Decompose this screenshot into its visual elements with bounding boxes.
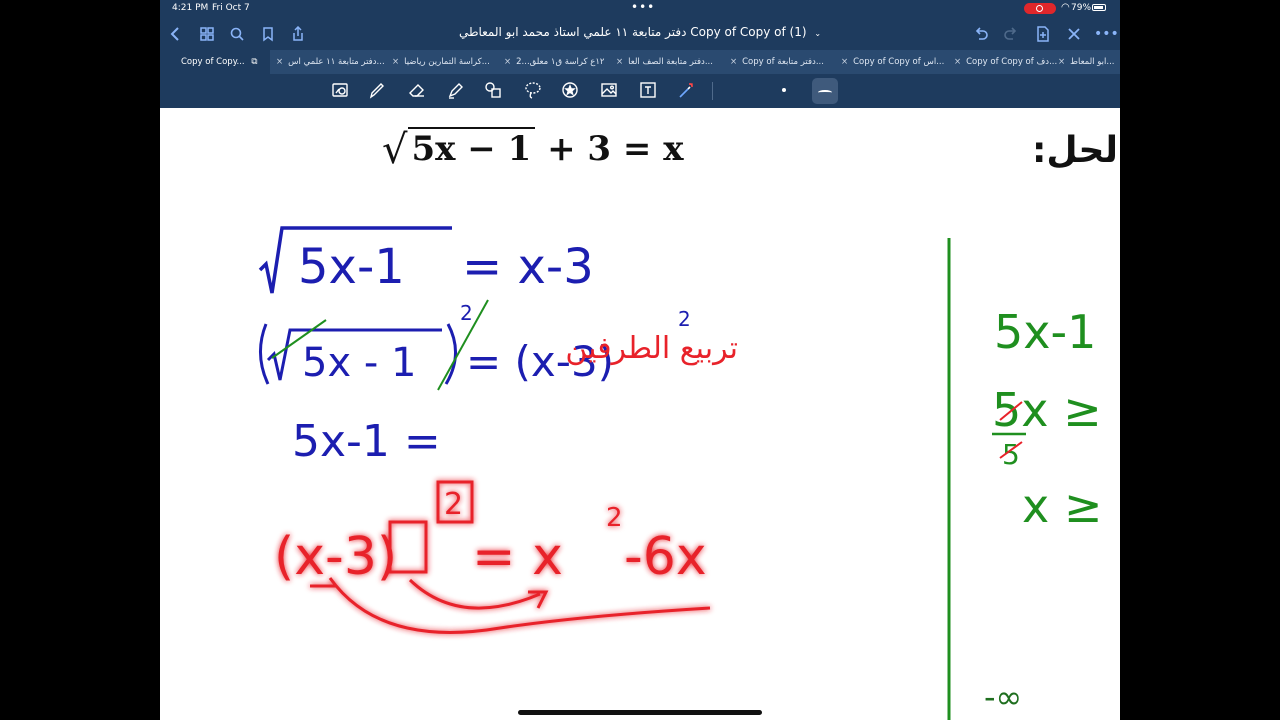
tab-close-icon[interactable]: × bbox=[730, 57, 737, 67]
grid-thumbnails-icon[interactable] bbox=[197, 24, 217, 44]
undo-icon[interactable] bbox=[971, 24, 991, 44]
blue-line1-radicand: 5x-1 bbox=[298, 239, 405, 295]
green-line2: 5x ≥ bbox=[992, 383, 1102, 437]
share-icon[interactable] bbox=[288, 24, 308, 44]
screenshot-icon[interactable] bbox=[329, 80, 351, 102]
image-icon[interactable] bbox=[598, 80, 620, 102]
document-title[interactable]: دفتر متابعة ١١ علمي استاذ محمد ابو المعا… bbox=[430, 25, 850, 39]
screen-recording-icon[interactable] bbox=[1024, 3, 1056, 14]
pen-size-dot-icon[interactable] bbox=[782, 88, 786, 92]
highlighter-icon[interactable] bbox=[444, 80, 466, 102]
tab-close-icon[interactable]: × bbox=[504, 57, 511, 67]
handwriting-layer: 5x-1 = x-3 5x - 1 = (x-3) 2 2 5x-1 = ترب… bbox=[258, 226, 1102, 720]
ipad-screen: 4:21 PM Fri Oct 7 ••• ◠ 79% دفتر متابعة … bbox=[160, 0, 1120, 720]
blue-line2-exp-left: 2 bbox=[460, 301, 473, 325]
bookmark-icon[interactable] bbox=[258, 24, 278, 44]
text-icon[interactable] bbox=[637, 80, 659, 102]
tab-0[interactable]: Copy of Copy... ⧉ bbox=[160, 50, 270, 74]
tab-close-icon[interactable]: × bbox=[841, 57, 848, 67]
tab-7[interactable]: × Copy of Copy of دف... bbox=[954, 50, 1058, 74]
tab-close-icon[interactable]: × bbox=[276, 57, 283, 67]
redo-icon[interactable] bbox=[1001, 24, 1021, 44]
tab-close-icon[interactable]: × bbox=[392, 57, 399, 67]
eraser-icon[interactable] bbox=[406, 80, 428, 102]
red-expr-rhs: = x bbox=[472, 527, 563, 587]
more-options-icon[interactable]: ••• bbox=[1094, 24, 1119, 44]
home-indicator[interactable] bbox=[518, 710, 762, 715]
notebook-page[interactable]: √5x − 1 + 3 = x الحل: 5x-1 = x-3 5x - 1 … bbox=[160, 108, 1120, 720]
red-expr-rhs-exp: 2 bbox=[606, 503, 623, 533]
lasso-icon[interactable] bbox=[522, 80, 544, 102]
blue-line1-rhs: = x-3 bbox=[462, 239, 594, 295]
tab-2[interactable]: × كراسة التمارين رياضيا... bbox=[392, 50, 502, 74]
tab-5[interactable]: × Copy of دفتر متابعة... bbox=[730, 50, 840, 74]
tab-split-icon[interactable]: ⧉ bbox=[251, 57, 257, 67]
drawing-toolbar bbox=[160, 74, 1120, 108]
document-navbar: دفتر متابعة ١١ علمي استاذ محمد ابو المعا… bbox=[160, 18, 1120, 50]
blue-paren-left bbox=[259, 323, 270, 385]
pen-icon[interactable] bbox=[366, 80, 388, 102]
laser-pointer-icon[interactable] bbox=[675, 80, 697, 102]
tab-4[interactable]: × دفتر متابعة الصف العا... bbox=[616, 50, 728, 74]
tab-3[interactable]: × ١٢ع كراسة ق١ معلق...2 bbox=[504, 50, 614, 74]
tab-close-icon[interactable]: × bbox=[616, 57, 623, 67]
status-date: Fri Oct 7 bbox=[212, 3, 250, 13]
red-expr-exp: 2 bbox=[444, 487, 463, 522]
green-line3: x ≥ bbox=[1022, 479, 1102, 533]
green-line1: 5x-1 bbox=[994, 305, 1096, 359]
blue-line2-exp-right: 2 bbox=[678, 307, 691, 331]
tab-close-icon[interactable]: × bbox=[1058, 57, 1065, 67]
status-time: 4:21 PM bbox=[172, 3, 209, 13]
tab-8[interactable]: × ابو المعاط... bbox=[1058, 50, 1120, 74]
search-icon[interactable] bbox=[227, 24, 247, 44]
red-expr-lhs: (x-3) bbox=[274, 527, 397, 587]
red-expression: (x-3) 2 = x 2 -6x bbox=[274, 480, 711, 634]
close-icon[interactable] bbox=[1064, 24, 1084, 44]
battery-percent: 79% bbox=[1071, 3, 1092, 13]
blue-line3: 5x-1 = bbox=[292, 416, 441, 467]
blue-line2-radicand: 5x - 1 bbox=[302, 340, 416, 386]
back-chevron-icon[interactable] bbox=[166, 24, 186, 44]
red-expr-rhs-tail: -6x bbox=[624, 527, 707, 587]
shapes-icon[interactable] bbox=[482, 80, 504, 102]
red-note: تربيع الطرفين bbox=[565, 331, 738, 366]
battery-icon bbox=[1092, 4, 1106, 11]
multitask-dots-icon[interactable]: ••• bbox=[631, 0, 655, 14]
tab-6[interactable]: × Copy of Copy of اس... bbox=[841, 50, 953, 74]
document-tabs: Copy of Copy... ⧉ × دفتر متابعة ١١ علمي ا… bbox=[160, 50, 1120, 74]
status-bar: 4:21 PM Fri Oct 7 ••• ◠ 79% bbox=[160, 0, 1120, 18]
green-neg-inf: -∞ bbox=[984, 678, 1022, 716]
toolbar-divider bbox=[712, 82, 713, 100]
pen-stroke-style-icon[interactable] bbox=[812, 78, 838, 104]
elements-icon[interactable] bbox=[559, 80, 581, 102]
wifi-icon: ◠ bbox=[1061, 2, 1070, 13]
tab-1[interactable]: × دفتر متابعة ١١ علمي اس... bbox=[276, 50, 388, 74]
title-chevron-down-icon[interactable]: ⌄ bbox=[814, 29, 821, 38]
add-page-icon[interactable] bbox=[1033, 24, 1053, 44]
tab-close-icon[interactable]: × bbox=[954, 57, 961, 67]
